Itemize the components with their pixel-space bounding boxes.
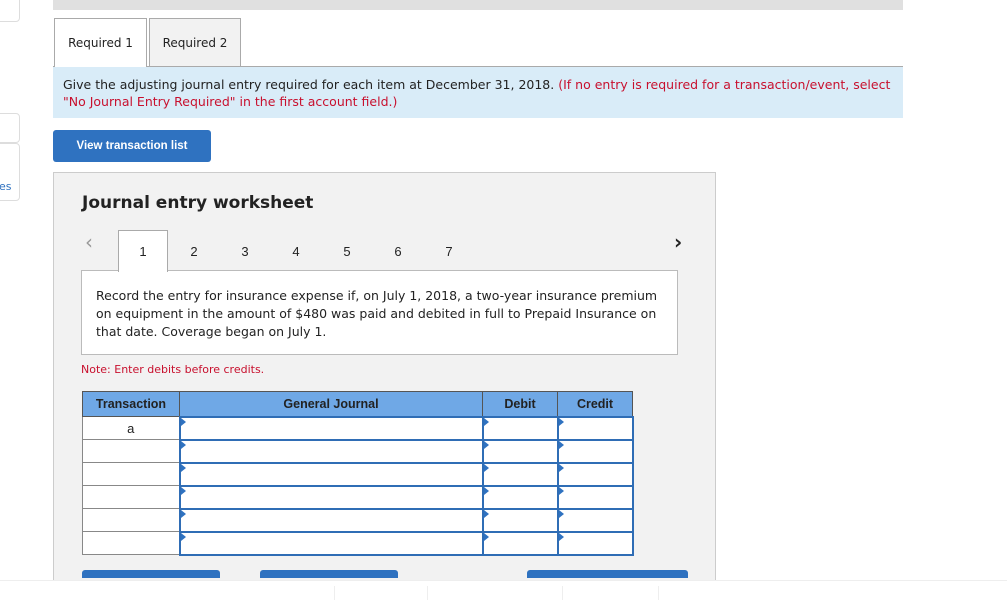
- step-4[interactable]: 4: [271, 230, 321, 272]
- debit-input[interactable]: [481, 461, 559, 487]
- credit-input[interactable]: [556, 415, 634, 441]
- debit-input[interactable]: [481, 438, 559, 464]
- account-input[interactable]: [178, 484, 484, 510]
- instructions: Give the adjusting journal entry require…: [53, 66, 903, 118]
- credit-input[interactable]: [556, 530, 634, 556]
- bottom-button[interactable]: [260, 570, 398, 578]
- transaction-cell: [82, 508, 180, 532]
- transaction-cell: [82, 531, 180, 555]
- step-2[interactable]: 2: [169, 230, 219, 272]
- debit-input[interactable]: [481, 530, 559, 556]
- account-input[interactable]: [178, 530, 484, 556]
- step-7[interactable]: 7: [424, 230, 474, 272]
- transaction-cell: a: [82, 416, 180, 440]
- credit-input[interactable]: [556, 507, 634, 533]
- view-transaction-list-button[interactable]: View transaction list: [53, 130, 211, 162]
- transaction-description: Record the entry for insurance expense i…: [81, 270, 678, 355]
- table-row: [82, 484, 634, 510]
- sidebar-box: [0, 0, 20, 22]
- tab-required-1[interactable]: Required 1: [54, 18, 147, 67]
- bottom-button[interactable]: [527, 570, 688, 578]
- debit-credit-note: Note: Enter debits before credits.: [81, 363, 265, 376]
- transaction-cell: [82, 439, 180, 463]
- debit-input[interactable]: [481, 507, 559, 533]
- instruction-text: Give the adjusting journal entry require…: [63, 77, 555, 92]
- footer: [0, 580, 1007, 600]
- step-6[interactable]: 6: [373, 230, 423, 272]
- worksheet-title: Journal entry worksheet: [82, 193, 314, 213]
- footer-divider: [334, 586, 335, 600]
- bottom-button[interactable]: [82, 570, 220, 578]
- header-transaction: Transaction: [82, 391, 180, 417]
- header-debit: Debit: [482, 391, 558, 417]
- account-input[interactable]: [178, 438, 484, 464]
- sidebar-link[interactable]: es: [0, 180, 12, 193]
- footer-divider: [427, 586, 428, 600]
- step-5[interactable]: 5: [322, 230, 372, 272]
- header-general-journal: General Journal: [179, 391, 483, 417]
- debit-input[interactable]: [481, 415, 559, 441]
- sidebar-box: [0, 113, 20, 143]
- top-bar: [53, 0, 903, 10]
- sidebar-box: es: [0, 143, 20, 201]
- footer-divider: [658, 586, 659, 600]
- transaction-cell: [82, 485, 180, 509]
- transaction-cell: [82, 462, 180, 486]
- table-row: [82, 438, 634, 464]
- credit-input[interactable]: [556, 438, 634, 464]
- debit-input[interactable]: [481, 484, 559, 510]
- journal-entry-worksheet: Journal entry worksheet ‹ 1 2 3 4 5 6 7 …: [53, 172, 716, 582]
- account-input[interactable]: [178, 507, 484, 533]
- account-input[interactable]: [178, 415, 484, 441]
- chevron-right-icon[interactable]: ›: [674, 230, 682, 254]
- chevron-left-icon[interactable]: ‹: [85, 230, 93, 254]
- credit-input[interactable]: [556, 461, 634, 487]
- table-row: [82, 461, 634, 487]
- journal-table: Transaction General Journal Debit Credit…: [82, 391, 634, 556]
- tab-required-2[interactable]: Required 2: [149, 18, 241, 66]
- step-1[interactable]: 1: [118, 230, 168, 272]
- credit-input[interactable]: [556, 484, 634, 510]
- table-row: [82, 530, 634, 556]
- account-input[interactable]: [178, 461, 484, 487]
- step-3[interactable]: 3: [220, 230, 270, 272]
- table-row: [82, 507, 634, 533]
- header-credit: Credit: [557, 391, 633, 417]
- footer-divider: [562, 586, 563, 600]
- table-row: a: [82, 415, 634, 441]
